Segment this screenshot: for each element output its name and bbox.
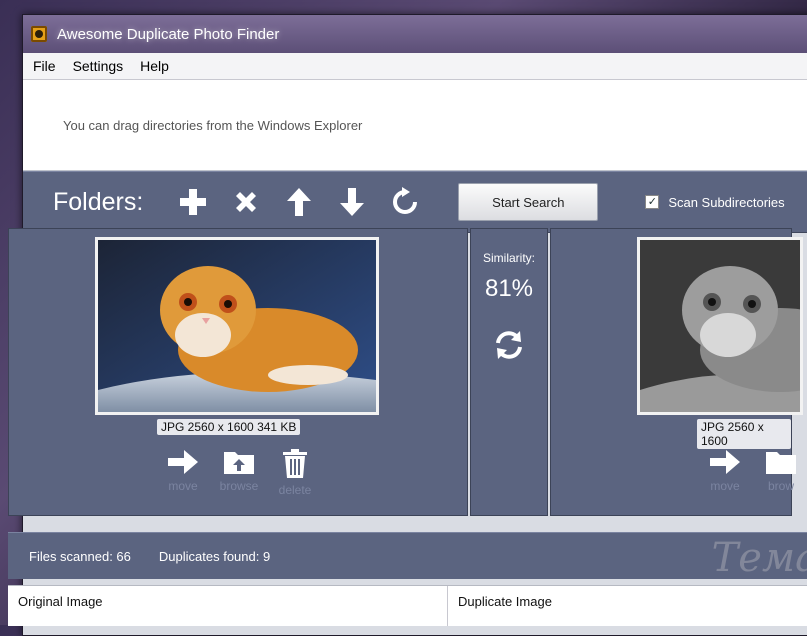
- similarity-label: Similarity:: [482, 251, 535, 265]
- original-image-info: JPG 2560 x 1600 341 KB: [157, 419, 301, 435]
- menu-help[interactable]: Help: [140, 58, 169, 74]
- browse-label: brow: [767, 479, 794, 493]
- trash-icon: [283, 449, 307, 478]
- swap-icon: [496, 331, 522, 359]
- original-image-panel: JPG 2560 x 1600 341 KB move browse delet…: [8, 228, 468, 516]
- menu-bar: File Settings Help: [23, 53, 807, 80]
- cat-photo: [98, 240, 376, 412]
- add-folder-button[interactable]: [173, 182, 213, 222]
- duplicate-image-info: JPG 2560 x 1600: [697, 419, 791, 449]
- move-duplicate-button[interactable]: move: [697, 449, 753, 493]
- scan-subdirectories-checkbox[interactable]: ✓: [645, 195, 660, 209]
- duplicates-found: Duplicates found: 9: [158, 548, 271, 564]
- duplicate-actions: move brow: [697, 449, 807, 493]
- move-up-button[interactable]: [279, 182, 319, 222]
- files-scanned: Files scanned: 66: [29, 548, 131, 564]
- folders-label: Folders:: [53, 187, 144, 216]
- swap-button[interactable]: [493, 329, 525, 366]
- duplicate-photo[interactable]: [637, 237, 803, 415]
- x-icon: [236, 192, 257, 212]
- similarity-value: 81%: [484, 275, 534, 302]
- scan-subdirectories-toggle[interactable]: ✓ Scan Subdirectories: [645, 194, 785, 210]
- title-bar: Awesome Duplicate Photo Finder: [23, 15, 807, 53]
- move-original-button[interactable]: move: [155, 449, 211, 497]
- app-icon: [31, 26, 47, 42]
- browse-duplicate-button[interactable]: brow: [753, 449, 807, 493]
- start-search-button[interactable]: Start Search: [458, 183, 599, 221]
- arrow-right-icon: [168, 450, 198, 474]
- arrow-up-icon: [287, 188, 312, 216]
- comparison-area: JPG 2560 x 1600 341 KB move browse delet…: [8, 228, 803, 518]
- cat-photo-grayscale: [640, 240, 800, 412]
- original-actions: move browse delete: [155, 449, 323, 497]
- browse-label: browse: [219, 479, 259, 493]
- folder-upload-icon: [224, 452, 254, 474]
- drop-hint: You can drag directories from the Window…: [63, 117, 363, 133]
- original-photo[interactable]: [95, 237, 379, 415]
- refresh-icon: [393, 187, 418, 214]
- column-duplicate-image[interactable]: Duplicate Image: [448, 586, 807, 626]
- folder-drop-zone[interactable]: You can drag directories from the Window…: [23, 80, 807, 171]
- reset-button[interactable]: [385, 182, 425, 222]
- folders-toolbar: Folders: Start Search ✓ Scan Subdirector…: [23, 171, 807, 233]
- delete-label: delete: [278, 483, 312, 497]
- remove-folder-button[interactable]: [226, 182, 266, 222]
- status-bar: Files scanned: 66 Duplicates found: 9 Те…: [8, 532, 807, 581]
- watermark: Тема: [711, 535, 807, 581]
- menu-settings[interactable]: Settings: [73, 58, 124, 74]
- window-title: Awesome Duplicate Photo Finder: [57, 25, 280, 43]
- move-down-button[interactable]: [332, 182, 372, 222]
- results-table-header: Original Image Duplicate Image: [8, 585, 807, 626]
- plus-icon: [180, 189, 207, 215]
- duplicate-image-panel: JPG 2560 x 1600 move brow: [550, 228, 803, 516]
- similarity-panel: Similarity: 81%: [470, 228, 548, 516]
- arrow-right-icon: [710, 450, 740, 474]
- scan-subdirectories-label: Scan Subdirectories: [668, 194, 785, 210]
- menu-file[interactable]: File: [33, 58, 56, 74]
- move-label: move: [710, 479, 740, 493]
- column-original-image[interactable]: Original Image: [8, 586, 448, 626]
- arrow-down-icon: [340, 188, 365, 216]
- move-label: move: [168, 479, 198, 493]
- folder-upload-icon: [766, 452, 796, 474]
- browse-original-button[interactable]: browse: [211, 449, 267, 497]
- delete-original-button[interactable]: delete: [267, 449, 323, 497]
